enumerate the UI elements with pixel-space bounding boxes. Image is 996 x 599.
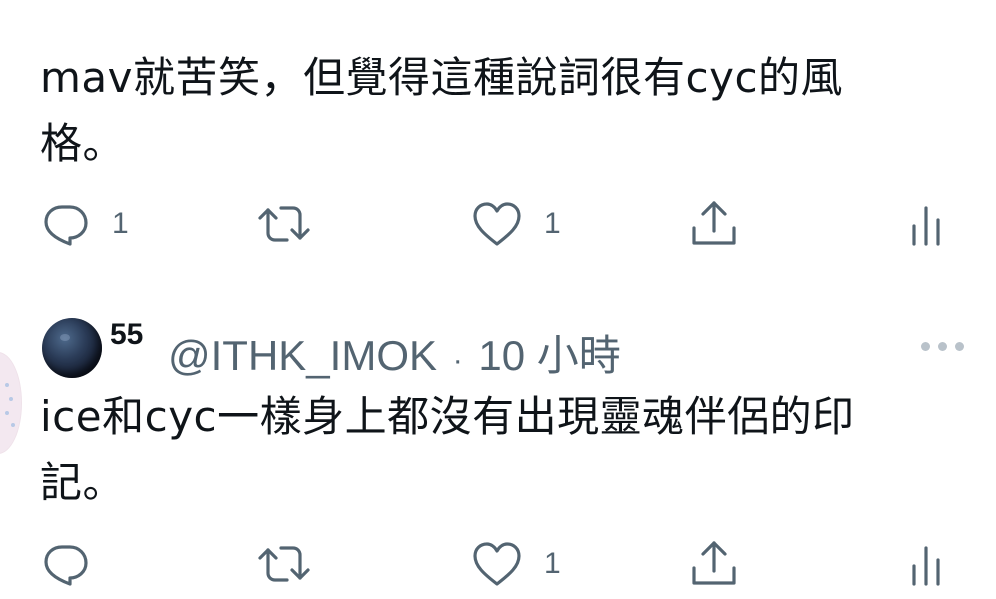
display-name[interactable]: 55 xyxy=(110,318,143,352)
views-icon xyxy=(912,546,940,586)
avatar[interactable] xyxy=(42,318,102,378)
retweet-icon xyxy=(258,546,310,582)
like-button[interactable]: 1 xyxy=(472,534,561,594)
tweet-text: ice和cyc一樣身上都沒有出現靈魂伴侶的印 記。 xyxy=(40,392,855,507)
tweet-action-bar: 1 xyxy=(0,534,996,594)
views-icon xyxy=(912,206,940,246)
reply-button[interactable]: 1 xyxy=(42,194,129,254)
like-count: 1 xyxy=(544,207,561,240)
tweet-action-bar: 1 1 xyxy=(0,194,996,254)
more-button[interactable] xyxy=(921,342,964,351)
share-button[interactable] xyxy=(689,534,739,594)
reply-button[interactable] xyxy=(42,534,112,594)
separator-dot: · xyxy=(452,344,463,377)
views-button[interactable] xyxy=(906,534,946,594)
like-count: 1 xyxy=(544,547,561,580)
reply-icon xyxy=(44,205,88,246)
share-icon xyxy=(692,201,736,245)
reply-count: 1 xyxy=(112,207,129,240)
tweet-header: 55 @ITHK_IMOK · 10 小時 xyxy=(40,316,970,380)
heart-icon xyxy=(473,202,521,246)
retweet-icon xyxy=(258,206,310,242)
adjacent-avatar[interactable] xyxy=(0,352,22,454)
retweet-button[interactable] xyxy=(256,534,334,594)
share-icon xyxy=(692,541,736,585)
more-icon xyxy=(921,342,930,351)
retweet-button[interactable] xyxy=(256,194,334,254)
tweet-time[interactable]: 10 小時 xyxy=(478,332,620,379)
heart-icon xyxy=(473,542,521,586)
share-button[interactable] xyxy=(689,194,739,254)
reply-icon xyxy=(44,545,88,586)
user-handle[interactable]: @ITHK_IMOK xyxy=(168,332,437,379)
views-button[interactable] xyxy=(906,194,946,254)
tweet-text: mav就苦笑，但覺得這種說詞很有cyc的風 格。 xyxy=(40,53,844,168)
like-button[interactable]: 1 xyxy=(472,194,561,254)
handle-line: @ITHK_IMOK · 10 小時 xyxy=(168,322,621,383)
